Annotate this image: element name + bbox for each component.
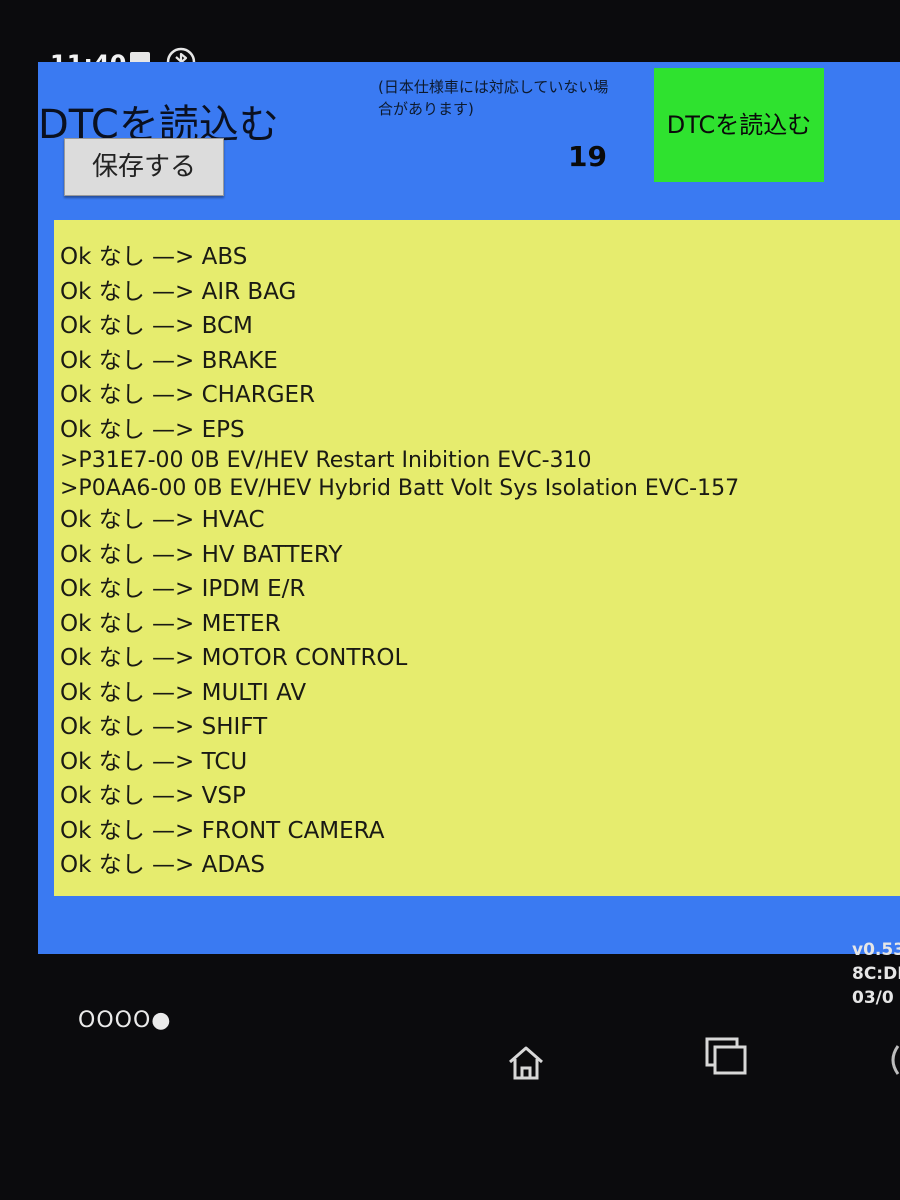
list-item: Ok なし —> FRONT CAMERA — [60, 817, 385, 844]
save-button[interactable]: 保存する — [64, 138, 224, 196]
dtc-count: 19 — [568, 140, 607, 173]
list-item: Ok なし —> BRAKE — [60, 347, 278, 374]
read-dtc-button[interactable]: DTCを読込む — [654, 68, 824, 182]
list-item: Ok なし —> SHIFT — [60, 714, 268, 740]
list-item: Ok なし —> METER — [60, 610, 281, 637]
list-item: Ok なし —> HVAC — [60, 507, 265, 533]
list-item: Ok なし —> ABS — [60, 244, 248, 270]
recents-icon[interactable] — [704, 1036, 748, 1076]
progress-dots: OOOO● — [78, 1008, 172, 1033]
version-info: v0.53 8C:DI 03/0 — [852, 938, 900, 1010]
list-item: Ok なし —> CHARGER — [60, 382, 316, 408]
list-item: Ok なし —> MULTI AV — [60, 679, 307, 706]
list-item: Ok なし —> TCU — [60, 748, 248, 775]
list-item: Ok なし —> MOTOR CONTROL — [60, 645, 408, 671]
home-icon[interactable] — [506, 1044, 546, 1082]
list-item: Ok なし —> HV BATTERY — [60, 541, 343, 568]
compatibility-note: (日本仕様車には対応していない場合があります) — [378, 78, 609, 118]
list-item: Ok なし —> IPDM E/R — [60, 576, 306, 602]
list-item: Ok なし —> VSP — [60, 783, 246, 809]
results-items: Ok なし —> ABS Ok なし —> AIR BAG Ok なし —> BCM… — [54, 220, 900, 883]
dtc-results-list[interactable]: Ok なし —> ABS Ok なし —> AIR BAG Ok なし —> BCM… — [54, 220, 900, 896]
version-line: 03/0 — [852, 988, 894, 1008]
list-item: Ok なし —> ADAS — [60, 852, 266, 878]
back-icon[interactable] — [888, 1040, 900, 1080]
app-panel: DTCを読込む (日本仕様車には対応していない場合があります) 19 保存する … — [38, 62, 900, 954]
list-item: >P0AA6-00 0B EV/HEV Hybrid Batt Volt Sys… — [60, 476, 740, 501]
list-item: Ok なし —> BCM — [60, 313, 253, 339]
version-line: v0.53 — [852, 940, 900, 960]
version-line: 8C:DI — [852, 964, 900, 984]
list-item: >P31E7-00 0B EV/HEV Restart Inibition EV… — [60, 448, 592, 473]
list-item: Ok なし —> EPS — [60, 416, 245, 443]
list-item: Ok なし —> AIR BAG — [60, 278, 297, 305]
